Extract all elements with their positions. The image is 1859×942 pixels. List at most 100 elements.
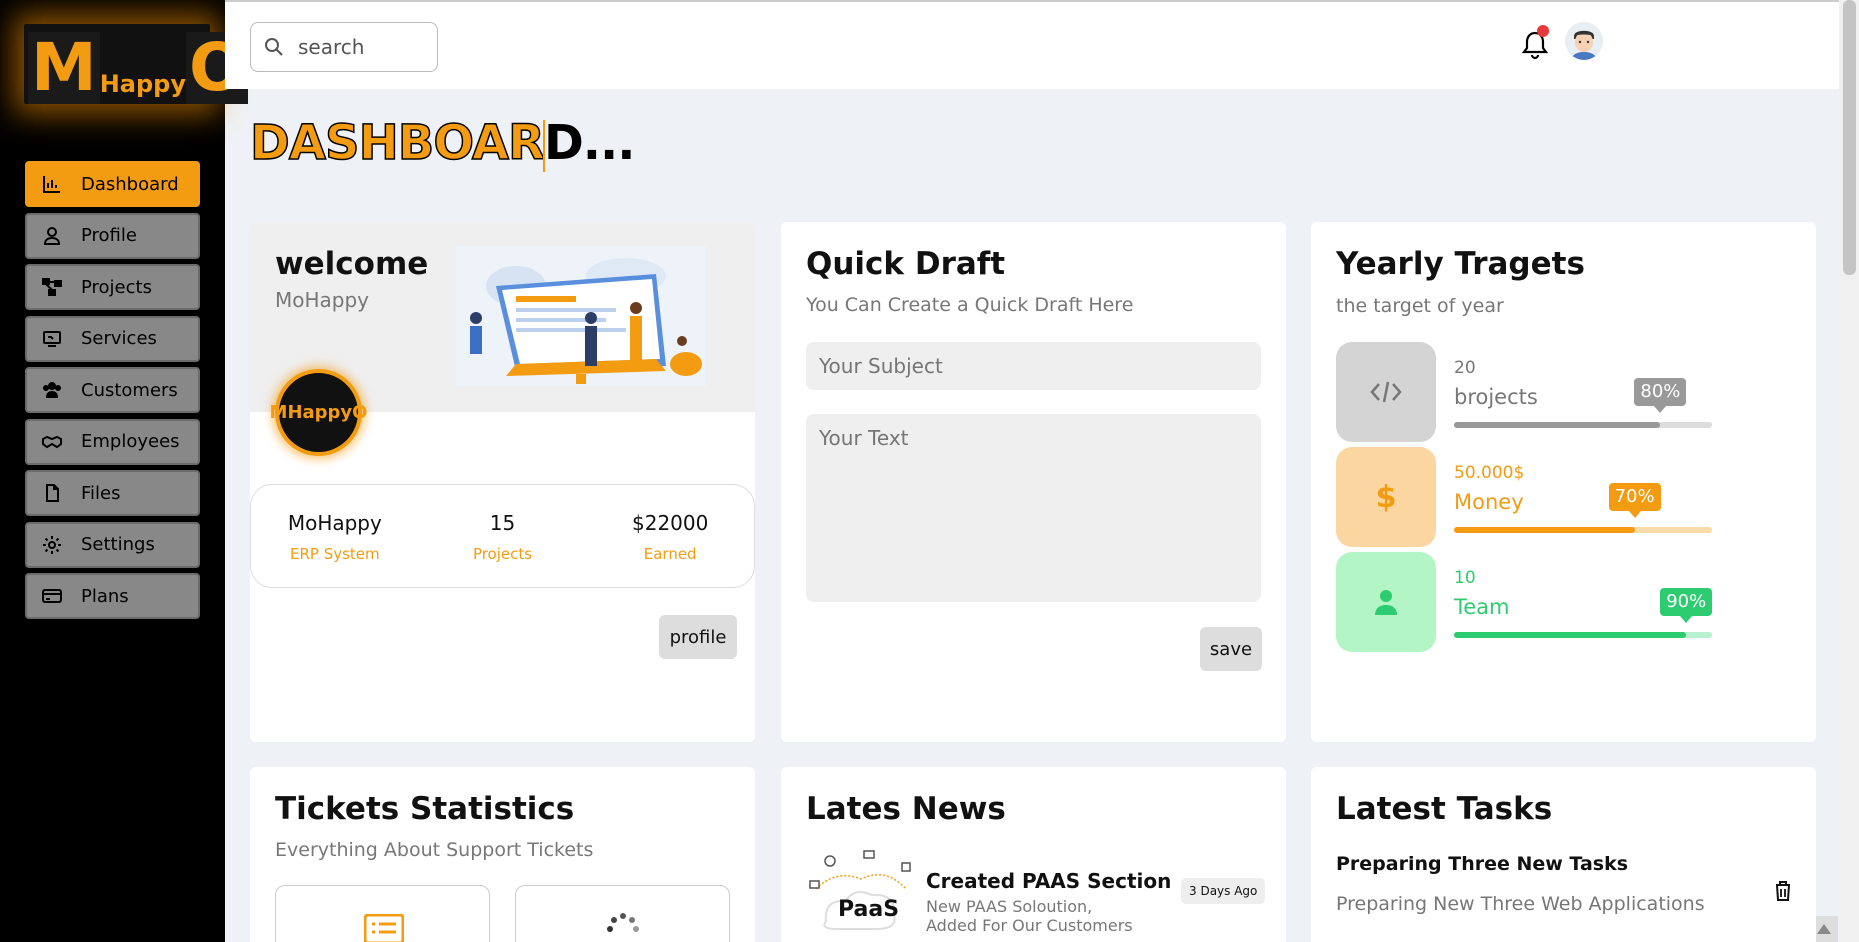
sidebar-item-label: Services	[81, 328, 157, 349]
target-value: 10	[1454, 568, 1476, 588]
page-title-rest: D...	[543, 115, 636, 171]
user-icon	[1336, 552, 1436, 652]
sidebar: M Happy O Dashboard Profile Projects Ser…	[0, 0, 249, 942]
welcome-title: welcome	[275, 246, 429, 282]
stat-value: MoHappy	[287, 511, 382, 535]
sidebar-item-label: Dashboard	[81, 173, 179, 195]
sidebar-item-files[interactable]: Files	[25, 470, 200, 516]
sidebar-item-customers[interactable]: Customers	[25, 367, 200, 413]
sidebar-item-profile[interactable]: Profile	[25, 212, 200, 259]
page-title-typed: DASHBOAR	[249, 114, 545, 172]
stat-value: $22000	[632, 511, 709, 535]
sidebar-item-label: Plans	[81, 585, 129, 607]
target-row: 10 Team 90%	[1336, 552, 1716, 652]
task-item-desc: Preparing New Three Web Applications	[1336, 893, 1705, 915]
welcome-illustration	[456, 246, 706, 386]
target-percent-badge: 80%	[1634, 378, 1687, 413]
sidebar-item-label: Profile	[81, 225, 137, 246]
logo[interactable]: M Happy O	[24, 24, 249, 104]
news-card: Lates News PaaS Created PAAS Section New…	[781, 767, 1286, 942]
search-input[interactable]	[298, 35, 418, 59]
sidebar-item-label: Files	[81, 482, 121, 504]
trash-icon[interactable]	[1774, 880, 1792, 902]
yearly-targets-card: Yearly Tragets the target of year 20 broj…	[1311, 222, 1816, 742]
sidebar-item-label: Settings	[81, 534, 155, 555]
target-progress-fill	[1454, 632, 1687, 638]
tickets-subtitle: Everything About Support Tickets	[275, 839, 594, 861]
scrollbar-thumb[interactable]	[1843, 0, 1856, 275]
user-icon	[41, 226, 63, 246]
tasks-title: Latest Tasks	[1336, 791, 1553, 827]
sidebar-nav: Dashboard Profile Projects Services Cust…	[25, 161, 200, 625]
diagram-icon	[41, 277, 63, 297]
tasks-card: Latest Tasks Preparing Three New Tasks P…	[1311, 767, 1816, 942]
search-icon	[265, 38, 283, 56]
users-icon	[41, 380, 63, 400]
tickets-title: Tickets Statistics	[275, 791, 575, 827]
sidebar-item-employees[interactable]: Employees	[25, 418, 200, 465]
target-label: Team	[1454, 595, 1510, 619]
text-input[interactable]	[806, 414, 1261, 602]
profile-button[interactable]: profile	[659, 615, 737, 659]
targets-subtitle: the target of year	[1336, 295, 1504, 317]
gear-icon	[41, 535, 63, 555]
target-progress-bar	[1454, 422, 1712, 428]
welcome-name: MoHappy	[275, 288, 370, 312]
stat-projects: 15 Projects	[419, 485, 587, 587]
monitor-icon	[41, 329, 63, 349]
target-progress-fill	[1454, 527, 1635, 533]
stat-earned: $22000 Earned	[586, 485, 754, 587]
sidebar-item-dashboard[interactable]: Dashboard	[25, 161, 200, 207]
spinner-icon	[607, 913, 639, 932]
avatar[interactable]	[1565, 22, 1603, 60]
news-title: Lates News	[806, 791, 1006, 827]
subject-input[interactable]	[806, 342, 1261, 390]
credit-card-icon	[41, 586, 63, 606]
target-progress-fill	[1454, 422, 1661, 428]
news-item-time: 3 Days Ago	[1181, 878, 1266, 904]
arrow-up-icon	[1817, 924, 1831, 934]
sidebar-item-projects[interactable]: Projects	[25, 264, 200, 310]
target-row: 20 brojects 80%	[1336, 342, 1716, 442]
stat-erp: MoHappy ERP System	[251, 485, 419, 587]
welcome-card: welcome MoHappy MHappyO MoHappy ERP Syst…	[250, 222, 755, 742]
sidebar-item-settings[interactable]: Settings	[25, 521, 200, 568]
dollar-icon: $	[1336, 447, 1436, 547]
handshake-icon	[41, 432, 63, 452]
save-button[interactable]: save	[1200, 627, 1262, 671]
target-percent-badge: 70%	[1608, 483, 1661, 518]
ticket-box-total	[275, 885, 490, 942]
target-percent-badge: 90%	[1660, 588, 1713, 623]
sidebar-item-services[interactable]: Services	[25, 315, 200, 362]
search-box[interactable]	[250, 22, 438, 72]
sidebar-item-label: Customers	[81, 379, 178, 401]
task-item-title: Preparing Three New Tasks	[1336, 853, 1629, 875]
target-value: 20	[1454, 358, 1476, 378]
target-label: brojects	[1454, 385, 1538, 409]
quick-draft-card: Quick Draft You Can Create a Quick Draft…	[781, 222, 1286, 742]
news-image: PaaS	[806, 849, 916, 934]
ticket-box-pending	[515, 885, 730, 942]
chart-icon	[41, 174, 63, 194]
notification-dot	[1537, 25, 1549, 37]
stat-label: Projects	[472, 545, 533, 563]
news-item-title: Created PAAS Section	[926, 869, 1172, 893]
quick-draft-subtitle: You Can Create a Quick Draft Here	[806, 294, 1134, 316]
logo-happy: Happy	[99, 70, 186, 98]
targets-title: Yearly Tragets	[1336, 246, 1585, 282]
stat-value: 15	[489, 511, 516, 535]
target-progress-bar	[1454, 527, 1712, 533]
news-image-label: PaaS	[838, 897, 900, 922]
news-item-desc: New PAAS Soloution, Added For Our Custom…	[926, 897, 1133, 935]
target-row: $50.000$ Money 70%	[1336, 447, 1716, 547]
sidebar-item-label: Projects	[81, 276, 152, 298]
file-icon	[41, 483, 63, 503]
stat-label: ERP System	[290, 545, 380, 563]
sidebar-item-plans[interactable]: Plans	[25, 573, 200, 619]
target-value: 50.000$	[1454, 463, 1525, 483]
quick-draft-title: Quick Draft	[806, 246, 1006, 282]
list-icon	[364, 914, 404, 942]
target-label: Money	[1454, 490, 1524, 514]
logo-letter-m: M	[28, 32, 100, 104]
sidebar-item-label: Employees	[81, 431, 180, 452]
